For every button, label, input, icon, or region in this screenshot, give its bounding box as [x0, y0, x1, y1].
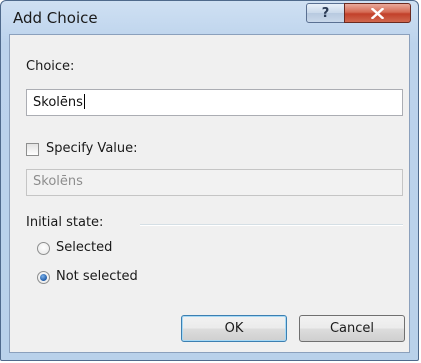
close-button[interactable]: [344, 3, 411, 23]
cancel-button-label: Cancel: [329, 321, 375, 336]
ok-button[interactable]: OK: [181, 315, 287, 342]
initial-state-label: Initial state:: [26, 215, 104, 230]
dialog-body: Choice: Skolēns Specify Value: Skolēns I…: [9, 34, 410, 353]
text-caret: [83, 94, 85, 109]
cancel-button[interactable]: Cancel: [299, 315, 405, 342]
choice-input[interactable]: Skolēns: [26, 89, 403, 116]
ok-button-label: OK: [224, 321, 244, 336]
radio-selected-label[interactable]: Selected: [56, 240, 112, 255]
title-bar[interactable]: Add Choice ?: [1, 1, 418, 35]
choice-input-value: Skolēns: [33, 95, 83, 110]
add-choice-dialog: Add Choice ? Choice: Skolēns Specify Val…: [0, 0, 419, 361]
specify-value-checkbox[interactable]: [26, 143, 39, 156]
specify-value-input[interactable]: Skolēns: [26, 169, 403, 196]
radio-selected[interactable]: [37, 242, 50, 255]
help-button[interactable]: ?: [306, 3, 345, 23]
help-icon: ?: [321, 5, 330, 21]
initial-state-divider: [140, 224, 403, 226]
specify-value-input-value: Skolēns: [33, 174, 83, 189]
radio-not-selected[interactable]: [37, 271, 50, 284]
radio-not-selected-label[interactable]: Not selected: [56, 269, 138, 284]
dialog-title: Add Choice: [13, 9, 98, 27]
specify-value-label[interactable]: Specify Value:: [46, 141, 138, 156]
choice-label: Choice:: [26, 59, 75, 74]
close-icon: [371, 7, 384, 19]
